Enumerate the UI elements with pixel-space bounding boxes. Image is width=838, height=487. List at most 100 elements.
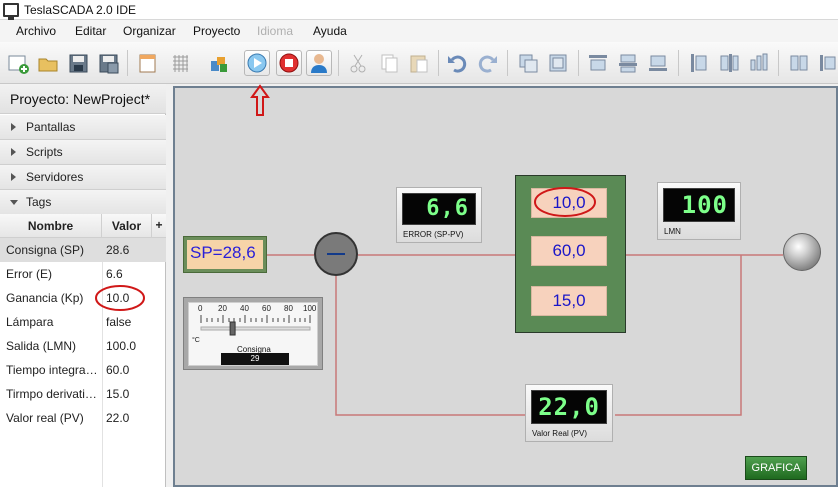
tag-value: 22.0 [106, 411, 130, 425]
setpoint-display[interactable]: SP=28,6 [183, 236, 267, 273]
summing-junction-icon[interactable] [314, 232, 358, 276]
menu-archivo[interactable]: Archivo [16, 24, 56, 38]
lmn-display[interactable]: 100 LMN [657, 182, 741, 240]
tag-value: 60.0 [106, 363, 130, 377]
pv-display[interactable]: 22,0 Valor Real (PV) [525, 384, 613, 442]
column-nombre[interactable]: Nombre [0, 214, 102, 238]
setpoint-gauge[interactable]: 0 20 40 60 80 100 °C Consigna 29 [183, 297, 323, 370]
open-icon[interactable] [35, 50, 61, 76]
align-left-icon[interactable] [686, 50, 712, 76]
toolbar [0, 42, 838, 84]
tag-name: Consigna (SP) [6, 243, 85, 257]
menu-proyecto[interactable]: Proyecto [193, 24, 240, 38]
menu-editar[interactable]: Editar [75, 24, 106, 38]
tag-value: 6.6 [106, 267, 123, 281]
tag-value: 15.0 [106, 387, 130, 401]
grid-icon[interactable] [167, 50, 193, 76]
align-right-icon[interactable] [746, 50, 772, 76]
error-value: 6,6 [402, 193, 476, 225]
gauge-unit: °C [192, 337, 200, 344]
table-row[interactable]: Valor real (PV) 22.0 [0, 406, 166, 430]
ungroup-icon[interactable] [545, 50, 571, 76]
align-center-icon[interactable] [716, 50, 742, 76]
add-column-button[interactable]: + [152, 214, 166, 238]
section-tags[interactable]: Tags [0, 190, 166, 215]
section-label: Scripts [26, 145, 63, 159]
more-icon[interactable] [815, 50, 838, 76]
toolbar-separator [507, 50, 508, 76]
tag-name: Tirmpo derivativo (Td) [6, 387, 100, 401]
table-row[interactable]: Tiempo integral (Ti) 60.0 [0, 358, 166, 382]
tag-name: Lámpara [6, 315, 54, 329]
align-top-icon[interactable] [585, 50, 611, 76]
new-icon[interactable] [5, 50, 31, 76]
toolbar-separator [578, 50, 579, 76]
save-all-icon[interactable] [95, 50, 121, 76]
grafica-button[interactable]: GRAFICA [745, 456, 807, 480]
table-row[interactable]: Salida (LMN) 100.0 [0, 334, 166, 358]
highlight-ellipse [534, 187, 596, 217]
menu-organizar[interactable]: Organizar [123, 24, 176, 38]
section-label: Pantallas [26, 120, 76, 134]
tag-name: Ganancia (Kp) [6, 291, 84, 305]
redo-icon[interactable] [475, 50, 501, 76]
title-bar: TeslaSCADA 2.0 IDE [0, 0, 838, 20]
undo-icon[interactable] [444, 50, 470, 76]
distribute-icon[interactable] [786, 50, 812, 76]
collapse-arrow-icon [10, 200, 18, 205]
tag-name: Tiempo integral (Ti) [6, 363, 100, 377]
app-monitor-icon [3, 3, 19, 20]
align-bottom-icon[interactable] [645, 50, 671, 76]
section-pantallas[interactable]: Pantallas [0, 115, 166, 140]
run-icon[interactable] [244, 50, 270, 76]
menu-bar: Archivo Editar Organizar Proyecto Idioma… [0, 20, 838, 42]
group-icon[interactable] [515, 50, 541, 76]
table-row[interactable]: Error (E) 6.6 [0, 262, 166, 286]
user-icon[interactable] [306, 50, 332, 76]
align-middle-icon[interactable] [615, 50, 641, 76]
tag-name: Valor real (PV) [6, 411, 84, 425]
gauge-face: 0 20 40 60 80 100 °C Consigna 29 [188, 302, 318, 366]
window-title: TeslaSCADA 2.0 IDE [24, 3, 137, 17]
gauge-scale [200, 315, 311, 336]
pid-controller-panel[interactable]: 10,0 60,0 15,0 [515, 175, 626, 333]
section-servidores[interactable]: Servidores [0, 165, 166, 190]
gauge-needle[interactable] [229, 321, 236, 336]
pv-label: Valor Real (PV) [532, 429, 587, 438]
toolbar-separator [127, 50, 128, 76]
pv-value: 22,0 [531, 390, 607, 424]
wiring [267, 254, 783, 416]
section-scripts[interactable]: Scripts [0, 140, 166, 165]
table-row[interactable]: Consigna (SP) 28.6 [0, 238, 166, 262]
gauge-value: 29 [221, 353, 289, 365]
screen-icon[interactable] [134, 50, 160, 76]
tag-value: 28.6 [106, 243, 130, 257]
save-icon[interactable] [65, 50, 91, 76]
pid-ti-field[interactable]: 60,0 [531, 236, 607, 266]
cut-icon[interactable] [345, 50, 371, 76]
column-valor[interactable]: Valor [102, 214, 152, 238]
lamp-indicator[interactable] [783, 233, 821, 271]
expand-arrow-icon [11, 173, 16, 181]
components-icon[interactable] [206, 50, 232, 76]
expand-arrow-icon [11, 148, 16, 156]
pid-td-field[interactable]: 15,0 [531, 286, 607, 316]
error-display[interactable]: 6,6 ERROR (SP-PV) [396, 187, 482, 243]
toolbar-separator [678, 50, 679, 76]
menu-idioma: Idioma [257, 24, 294, 38]
section-label: Servidores [26, 170, 84, 184]
table-row[interactable]: Tirmpo derivativo (Td) 15.0 [0, 382, 166, 406]
red-arrow-icon [250, 84, 270, 116]
canvas-area: SP=28,6 6,6 ERROR (SP-PV) 10,0 60,0 15,0… [166, 84, 838, 487]
paste-icon[interactable] [406, 50, 432, 76]
copy-icon[interactable] [376, 50, 402, 76]
error-label: ERROR (SP-PV) [403, 230, 464, 239]
setpoint-value: SP=28,6 [187, 240, 263, 269]
stop-icon[interactable] [276, 50, 302, 76]
highlight-ellipse [95, 285, 145, 311]
toolbar-separator [338, 50, 339, 76]
scada-screen[interactable]: SP=28,6 6,6 ERROR (SP-PV) 10,0 60,0 15,0… [173, 86, 838, 487]
tag-name: Error (E) [6, 267, 52, 281]
menu-ayuda[interactable]: Ayuda [313, 24, 347, 38]
toolbar-separator [438, 50, 439, 76]
